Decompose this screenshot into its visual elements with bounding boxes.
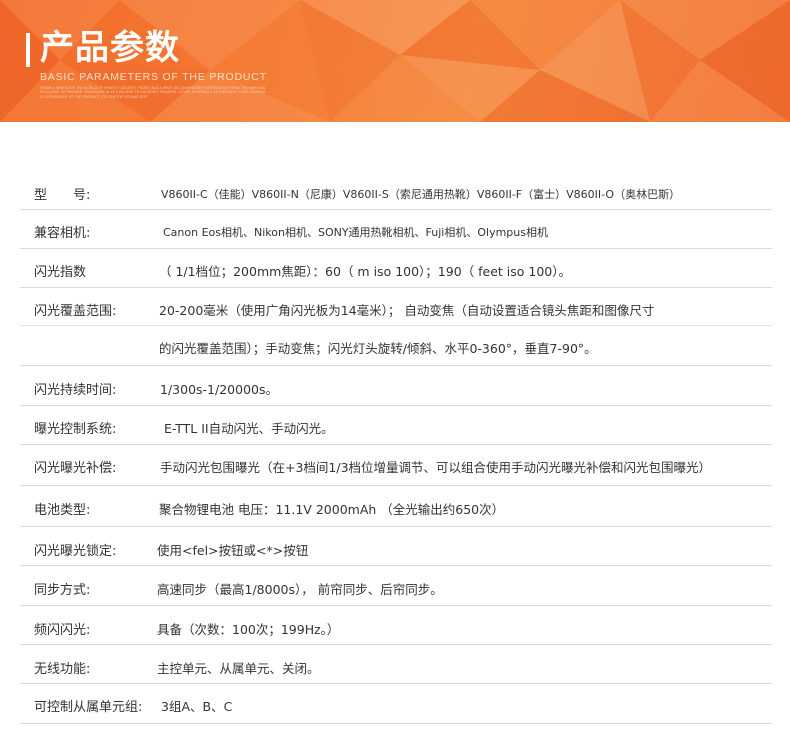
- param-row-flash-lock: 闪光曝光锁定: 使用<fel>按钮或<*>按钮: [20, 527, 772, 566]
- param-label: 频闪闪光:: [34, 623, 91, 638]
- param-label: 同步方式:: [34, 583, 91, 598]
- param-row-slave-groups: 可控制从属单元组: 3组A、B、C: [20, 684, 772, 724]
- param-row-battery: 电池类型: 聚合物锂电池 电压：11.1V 2000mAh （全光输出约650次…: [20, 486, 772, 527]
- param-value: 手动闪光包围曝光（在+3档间1/3档位增量调节、可以组合使用手动闪光曝光补偿和闪…: [160, 460, 712, 475]
- param-row-flash-duration: 闪光持续时间: 1/300s-1/20000s。: [20, 366, 772, 406]
- parameters-table: 型 号: V860II-C（佳能）V860II-N（尼康）V860II-S（索尼…: [20, 172, 772, 724]
- row-inner-divider: [20, 325, 772, 326]
- param-label: 闪光曝光补偿:: [34, 461, 117, 476]
- param-value: 使用<fel>按钮或<*>按钮: [157, 543, 309, 558]
- param-value-continued: 的闪光覆盖范围）；手动变焦；闪光灯头旋转/倾斜、水平0-360°，垂直7-90°…: [159, 341, 597, 356]
- page-title: 产品参数: [40, 28, 180, 68]
- param-label: 曝光控制系统:: [34, 422, 117, 437]
- param-row-wireless: 无线功能: 主控单元、从属单元、关闭。: [20, 645, 772, 684]
- title-accent-bar: [26, 33, 30, 67]
- param-row-exposure-control: 曝光控制系统: E-TTL II自动闪光、手动闪光。: [20, 406, 772, 445]
- header-banner: 产品参数 BASIC PARAMETERS OF THE PRODUCT THA…: [0, 0, 790, 122]
- param-value: E-TTL II自动闪光、手动闪光。: [164, 421, 334, 436]
- param-value: 3组A、B、C: [161, 699, 233, 714]
- param-value: 1/300s-1/20000s。: [160, 382, 278, 397]
- param-value: 具备（次数：100次；199Hz。）: [157, 622, 340, 637]
- param-label: 闪光覆盖范围:: [34, 304, 117, 319]
- param-label: 型 号:: [34, 188, 91, 203]
- param-row-sync-mode: 同步方式: 高速同步（最高1/8000s）， 前帘同步、后帘同步。: [20, 566, 772, 606]
- param-label: 闪光曝光锁定:: [34, 544, 117, 559]
- param-value: （ 1/1档位；200mm焦距）：60（ m iso 100）；190（ fee…: [159, 264, 572, 279]
- param-row-compatible-cameras: 兼容相机: Canon Eos相机、Nikon相机、SONY通用热靴相机、Fuj…: [20, 210, 772, 249]
- param-row-guide-number: 闪光指数 （ 1/1档位；200mm焦距）：60（ m iso 100）；190…: [20, 249, 772, 288]
- param-row-strobe: 频闪闪光: 具备（次数：100次；199Hz。）: [20, 606, 772, 645]
- param-value: V860II-C（佳能）V860II-N（尼康）V860II-S（索尼通用热靴）…: [161, 188, 681, 201]
- param-value: 聚合物锂电池 电压：11.1V 2000mAh （全光输出约650次）: [159, 502, 505, 517]
- param-label: 闪光持续时间:: [34, 383, 117, 398]
- param-row-model: 型 号: V860II-C（佳能）V860II-N（尼康）V860II-S（索尼…: [20, 172, 772, 210]
- param-value: 主控单元、从属单元、关闭。: [157, 661, 320, 676]
- param-row-flash-coverage: 闪光覆盖范围: 20-200毫米（使用广角闪光板为14毫米）； 自动变焦（自动设…: [20, 288, 772, 366]
- param-label: 兼容相机:: [34, 226, 91, 241]
- param-label: 无线功能:: [34, 662, 91, 677]
- param-value: 高速同步（最高1/8000s）， 前帘同步、后帘同步。: [157, 582, 443, 597]
- param-value: Canon Eos相机、Nikon相机、SONY通用热靴相机、Fuji相机、Ol…: [163, 226, 548, 239]
- param-label: 电池类型:: [34, 503, 91, 518]
- banner-fine-print: THANK A NEW BOOK THE WORLD OF CHARITY SO…: [40, 86, 267, 99]
- param-label: 闪光指数: [34, 265, 87, 280]
- param-row-flash-compensation: 闪光曝光补偿: 手动闪光包围曝光（在+3档间1/3档位增量调节、可以组合使用手动…: [20, 445, 772, 486]
- param-label: 可控制从属单元组:: [34, 700, 143, 715]
- param-value: 20-200毫米（使用广角闪光板为14毫米）； 自动变焦（自动设置适合镜头焦距和…: [159, 303, 655, 318]
- page-subtitle: BASIC PARAMETERS OF THE PRODUCT: [40, 71, 267, 83]
